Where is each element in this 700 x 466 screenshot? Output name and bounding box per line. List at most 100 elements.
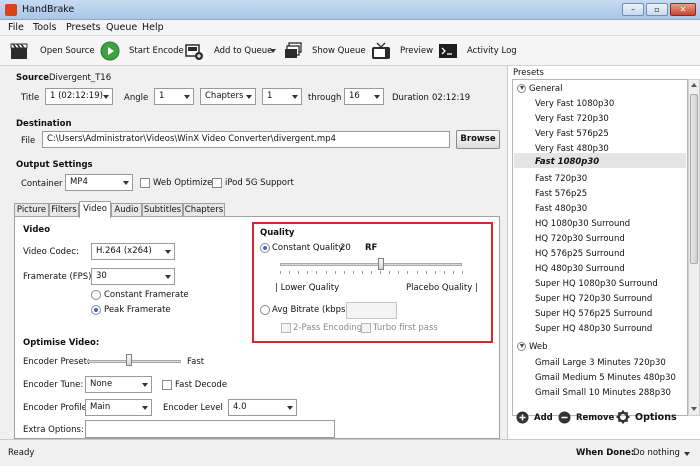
preset-list-scrollbar[interactable] [688,79,700,416]
status-bar: Ready When Done: Do nothing [0,439,700,466]
encoder-tune-select[interactable]: None [85,376,152,393]
preset-item[interactable]: Fast 480p30 [535,204,587,214]
scroll-up-icon[interactable] [691,83,697,87]
slider-tick [289,271,291,274]
preset-item[interactable]: HQ 576p25 Surround [535,249,625,259]
range-start-select[interactable]: 1 [262,88,302,105]
menu-tools[interactable]: Tools [33,22,56,33]
title-select[interactable]: 1 (02:12:19) [45,88,113,105]
play-icon [100,41,120,61]
container-label: Container [21,179,63,189]
avg-bitrate-radio[interactable] [260,305,270,315]
when-done-select[interactable]: Do nothing [633,448,680,458]
slider-tick [334,271,336,274]
preset-item[interactable]: Very Fast 480p30 [535,144,609,154]
chevron-down-icon [287,406,293,410]
preset-item[interactable]: Super HQ 480p30 Surround [535,324,652,334]
close-button[interactable]: ✕ [670,3,696,16]
chevron-down-icon[interactable] [684,452,690,456]
encoder-level-label: Encoder Level [163,403,223,413]
preset-item[interactable]: HQ 480p30 Surround [535,264,625,274]
scrollbar-thumb[interactable] [690,94,698,264]
angle-select[interactable]: 1 [154,88,194,105]
lower-quality-label: | Lower Quality [275,283,340,293]
ipod-5g-checkbox[interactable] [212,178,222,188]
preset-group-general[interactable]: General [529,84,563,94]
angle-label: Angle [124,93,149,103]
browse-button[interactable]: Browse [456,130,500,149]
web-optimized-checkbox[interactable] [140,178,150,188]
menu-file[interactable]: File [8,22,24,33]
avg-bitrate-input[interactable] [346,302,397,319]
slider-tick [407,271,409,274]
handbrake-logo-icon [5,4,17,16]
tab-video[interactable]: Video [79,201,111,218]
menu-help[interactable]: Help [142,22,164,33]
preset-item[interactable]: Super HQ 576p25 Surround [535,309,652,319]
encoder-preset-slider-thumb[interactable] [126,354,133,366]
preset-group-web[interactable]: Web [529,342,548,352]
tab-chapters[interactable]: Chapters [183,203,225,217]
range-end-select[interactable]: 16 [344,88,384,105]
preset-item[interactable]: Gmail Small 10 Minutes 288p30 [535,388,671,398]
encoder-preset-label: Encoder Preset: [23,357,90,367]
title-bar: HandBrake – ▫ ✕ [0,0,700,20]
preset-item[interactable]: Fast 720p30 [535,174,587,184]
web-optimized-label: Web Optimized [153,178,218,188]
preset-item[interactable]: Very Fast 576p25 [535,129,609,139]
tab-picture[interactable]: Picture [14,203,49,217]
video-codec-select[interactable]: H.264 (x264) [91,243,175,260]
chevron-down-icon[interactable] [270,49,276,53]
preset-item[interactable]: Gmail Medium 5 Minutes 480p30 [535,373,676,383]
web-expander-icon[interactable] [517,342,526,351]
menu-presets[interactable]: Presets [66,22,101,33]
source-heading: Source [16,73,50,83]
preset-item[interactable]: HQ 1080p30 Surround [535,219,630,229]
minus-circle-icon [558,411,571,424]
preset-item[interactable]: Very Fast 720p30 [535,114,609,124]
menu-queue[interactable]: Queue [106,22,137,33]
activity-log-label: Activity Log [467,46,517,56]
fast-decode-checkbox[interactable] [162,380,172,390]
slider-tick [343,271,345,274]
status-text: Ready [8,448,35,458]
preset-item[interactable]: HQ 720p30 Surround [535,234,625,244]
chevron-down-icon [246,95,252,99]
preset-item[interactable]: Very Fast 1080p30 [535,99,614,109]
minimize-button[interactable]: – [622,3,644,16]
encoder-tune-label: Encoder Tune: [23,380,84,390]
preset-item[interactable]: Gmail Large 3 Minutes 720p30 [535,358,666,368]
scroll-down-icon[interactable] [691,407,697,411]
quality-slider-track[interactable] [280,263,462,266]
maximize-button[interactable]: ▫ [646,3,668,16]
container-select[interactable]: MP4 [65,174,133,191]
range-type-select[interactable]: Chapters [200,88,256,105]
preset-item[interactable]: Fast 576p25 [535,189,587,199]
destination-heading: Destination [16,119,72,129]
general-expander-icon[interactable] [517,84,526,93]
presets-heading: Presets [513,68,544,78]
framerate-select[interactable]: 30 [91,268,175,285]
peak-framerate-radio[interactable] [91,305,101,315]
preset-item-selected[interactable]: Fast 1080p30 [535,157,599,167]
tab-filters[interactable]: Filters [49,203,79,217]
file-label: File [21,136,36,146]
window-title: HandBrake [22,4,75,15]
preset-item[interactable]: Super HQ 1080p30 Surround [535,279,658,289]
constant-quality-radio[interactable] [260,243,270,253]
video-tab-panel: Video Video Codec: H.264 (x264) Framerat… [14,216,500,439]
extra-options-input[interactable] [85,420,335,438]
destination-file-input[interactable]: C:\Users\Administrator\Videos\WinX Video… [42,131,450,148]
encoder-level-select[interactable]: 4.0 [228,399,297,416]
two-pass-checkbox[interactable] [281,323,291,333]
encoder-profile-select[interactable]: Main [85,399,152,416]
constant-framerate-radio[interactable] [91,290,101,300]
tab-subtitles[interactable]: Subtitles [142,203,183,217]
quality-slider-thumb[interactable] [378,258,384,270]
tab-audio[interactable]: Audio [111,203,142,217]
toolbar: Open Source Start Encode Add to Queue Sh… [0,36,700,66]
preset-item[interactable]: Super HQ 720p30 Surround [535,294,652,304]
chevron-down-icon [103,95,109,99]
turbo-first-pass-checkbox[interactable] [361,323,371,333]
encoder-preset-slider-track[interactable] [87,360,181,363]
